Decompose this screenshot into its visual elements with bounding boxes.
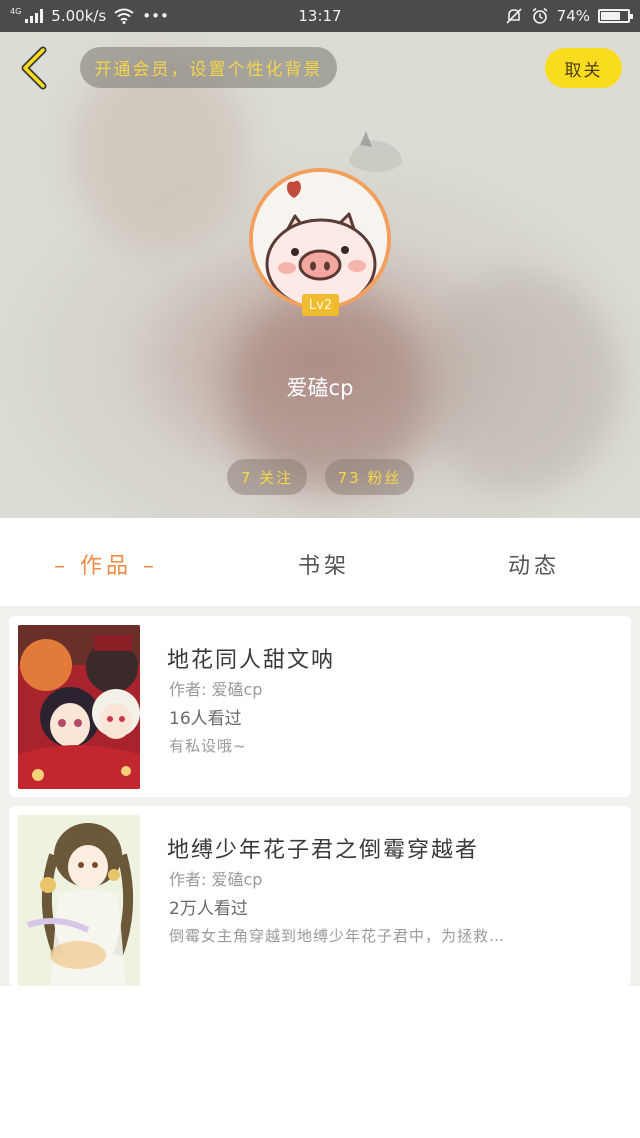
- vip-background-banner[interactable]: 开通会员，设置个性化背景: [80, 47, 337, 88]
- book-view-count: 2万人看过: [169, 899, 248, 919]
- anime-cover-art-icon: [18, 815, 140, 986]
- pig-avatar-icon: [253, 172, 387, 306]
- level-badge: Lv2: [302, 294, 339, 316]
- network-type-label: 4G: [10, 6, 22, 16]
- profile-header: 开通会员，设置个性化背景 取关 Lv2 爱磕cp 7 关注 73 粉丝: [0, 32, 640, 518]
- profile-tabs: – 作品 – 书架 动态: [0, 518, 640, 606]
- book-cover-image[interactable]: [18, 815, 140, 986]
- battery-percent: 74%: [556, 7, 590, 25]
- followers-count-button[interactable]: 73 粉丝: [325, 459, 414, 495]
- anime-cover-art-icon: [18, 625, 140, 789]
- book-author: 作者: 爱磕cp: [169, 680, 263, 699]
- back-button[interactable]: [14, 44, 54, 92]
- mute-bell-icon: [506, 8, 522, 24]
- tab-works[interactable]: – 作品 –: [54, 548, 158, 580]
- alarm-clock-icon: [532, 7, 548, 24]
- more-notifications-icon: •••: [142, 7, 169, 25]
- avatar[interactable]: [249, 168, 391, 310]
- book-author: 作者: 爱磕cp: [169, 870, 263, 889]
- tab-label: 动态: [508, 554, 561, 579]
- tab-dash-left-icon: –: [54, 554, 69, 579]
- tab-label: 书架: [298, 554, 351, 579]
- battery-icon: [598, 9, 633, 23]
- following-count-button[interactable]: 7 关注: [227, 459, 307, 495]
- tab-dash-right-icon: –: [143, 554, 159, 579]
- tab-bookshelf[interactable]: 书架: [298, 548, 350, 580]
- book-description: 有私设哦~: [169, 737, 247, 755]
- work-card[interactable]: 地花同人甜文呐 作者: 爱磕cp 16人看过 有私设哦~: [9, 616, 631, 797]
- book-title[interactable]: 地缚少年花子君之倒霉穿越者: [167, 832, 479, 864]
- signal-icon: [25, 9, 44, 23]
- unfollow-button[interactable]: 取关: [545, 48, 622, 88]
- book-title[interactable]: 地花同人甜文呐: [167, 642, 335, 674]
- work-card[interactable]: 地缚少年花子君之倒霉穿越者 作者: 爱磕cp 2万人看过 倒霉女主角穿越到地缚少…: [9, 806, 631, 986]
- username: 爱磕cp: [286, 376, 354, 400]
- wifi-icon: [114, 8, 134, 24]
- back-arrow-icon: [21, 46, 47, 90]
- book-description: 倒霉女主角穿越到地缚少年花子君中，为拯救…: [169, 927, 506, 945]
- status-bar: 4G 5.00k/s ••• 13:17 74%: [0, 0, 640, 32]
- tab-label: 作品: [80, 554, 133, 579]
- book-view-count: 16人看过: [169, 709, 242, 729]
- tab-activity[interactable]: 动态: [508, 548, 560, 580]
- book-cover-image[interactable]: [18, 625, 140, 789]
- works-list: 地花同人甜文呐 作者: 爱磕cp 16人看过 有私设哦~ 地缚少年花子君之倒霉穿…: [0, 606, 640, 986]
- network-speed: 5.00k/s: [51, 7, 107, 25]
